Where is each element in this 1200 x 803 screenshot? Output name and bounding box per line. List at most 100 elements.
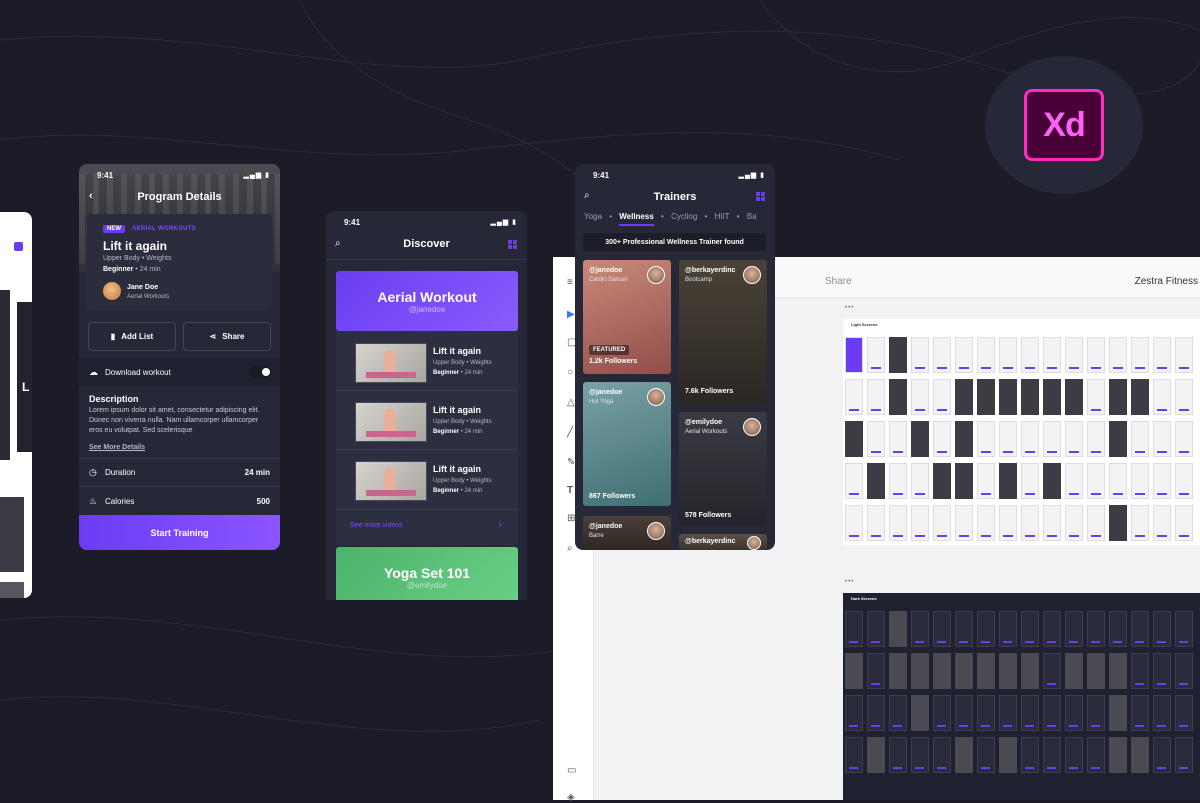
trainer-handle: @janedoe xyxy=(589,267,623,274)
level-text: Beginner xyxy=(433,370,460,376)
grid-icon[interactable] xyxy=(508,240,517,249)
start-training-button[interactable]: Start Training xyxy=(79,515,280,550)
artboard-title: Light Screens xyxy=(851,322,878,327)
avatar xyxy=(647,522,665,540)
avatar xyxy=(647,266,665,284)
page-title: Discover xyxy=(403,238,450,250)
trainer-card[interactable]: @berkayerdinc Bootcamp 7.6k Followers xyxy=(679,260,767,405)
banner-author: @emilydoe xyxy=(406,580,448,590)
duration-label: Duration xyxy=(105,468,136,477)
photo xyxy=(0,290,10,460)
video-thumbnail xyxy=(355,343,427,383)
add-list-button[interactable]: ▮ Add List xyxy=(88,322,176,351)
light-screens-artboard[interactable]: Light Screens xyxy=(843,319,1200,545)
program-details-screen: 9:41 ▂▄▆ ▮ ‹ Program Details NEW AERIAL … xyxy=(79,164,280,550)
video-list: Lift it again Upper Body • Weights Begin… xyxy=(336,331,518,545)
trainer-followers: 578 Followers xyxy=(685,512,732,519)
trainer-handle: @emilydoe xyxy=(685,419,723,426)
share-tab[interactable]: Share xyxy=(825,276,852,287)
avatar xyxy=(647,388,665,406)
tab-wellness[interactable]: Wellness xyxy=(619,212,654,226)
trainer-card[interactable]: @emilydoe Aerial Workouts 578 Followers xyxy=(679,412,767,525)
avatar xyxy=(747,536,761,550)
featured-badge: FEATURED xyxy=(589,345,630,355)
page-title: Program Details xyxy=(137,191,222,203)
video-tags: Upper Body • Weights xyxy=(433,419,492,425)
calories-label: Calories xyxy=(105,497,135,506)
coach-name[interactable]: Jane Doe xyxy=(127,284,158,291)
level-text: Beginner xyxy=(433,488,460,494)
list-item[interactable]: Lift it again Upper Body • Weights Begin… xyxy=(336,449,518,508)
new-badge: NEW xyxy=(103,225,125,233)
flame-icon: ♨ xyxy=(89,496,98,506)
trainer-card[interactable]: @janedoe Hot Yoga 867 Followers xyxy=(583,382,671,506)
video-tags: Upper Body • Weights xyxy=(433,478,492,484)
download-icon: ☁ xyxy=(89,367,98,377)
trainer-card[interactable]: @janedoe Barre xyxy=(583,516,671,550)
see-more-videos-link[interactable]: See more videos xyxy=(350,522,403,529)
video-duration: • 24 min xyxy=(460,488,483,494)
tab-cycling[interactable]: Cycling xyxy=(671,212,697,221)
coach-role: Aerial Workouts xyxy=(127,294,170,300)
assets-icon[interactable]: ▭ xyxy=(567,765,578,776)
description-text: Lorem ipsum dolor sit amet, consectetur … xyxy=(89,407,260,434)
video-level: Beginner • 24 min xyxy=(433,429,482,435)
download-toggle[interactable] xyxy=(248,366,272,378)
photo xyxy=(0,497,24,572)
video-title: Lift it again xyxy=(433,346,481,356)
tab-ba[interactable]: Ba xyxy=(747,212,757,221)
avatar xyxy=(743,266,761,284)
card-title-fragment: L xyxy=(22,380,30,394)
yoga-banner[interactable]: Yoga Set 101 @emilydoe xyxy=(336,547,518,600)
avatar[interactable] xyxy=(103,282,121,300)
grid-icon[interactable] xyxy=(756,192,765,201)
level-text: Beginner xyxy=(103,266,134,273)
workout-tags: Upper Body • Weights xyxy=(103,255,172,262)
project-name: Zestra Fitness xyxy=(1134,276,1198,287)
layers-icon[interactable]: ◈ xyxy=(567,792,578,803)
artboard-label: ••• xyxy=(845,305,855,311)
video-level: Beginner • 24 min xyxy=(433,488,482,494)
trainer-card[interactable]: @janedoe Cardio Dancer FEATURED 1.2k Fol… xyxy=(583,260,671,374)
partial-light-screen: L xyxy=(0,212,32,598)
share-icon: ⋖ xyxy=(209,332,217,341)
trainer-role: Cardio Dancer xyxy=(589,277,628,283)
video-tags: Upper Body • Weights xyxy=(433,360,492,366)
tab-hiit[interactable]: HIIT xyxy=(715,212,730,221)
trainer-role: Aerial Workouts xyxy=(685,429,728,435)
tab-yoga[interactable]: Yoga xyxy=(584,212,602,221)
trainer-role: Hot Yoga xyxy=(589,399,614,405)
adobe-xd-logo: Xd xyxy=(1024,89,1104,161)
workout-title: Lift it again xyxy=(103,239,167,253)
photo xyxy=(0,582,24,598)
video-title: Lift it again xyxy=(433,464,481,474)
discover-screen: 9:41 ▂▄▆ ▮ ⌕ Discover Aerial Workout @ja… xyxy=(326,211,527,600)
video-thumbnail xyxy=(355,461,427,501)
status-time: 9:41 xyxy=(344,218,361,227)
bookmark-icon: ▮ xyxy=(110,332,116,341)
dark-screens-artboard[interactable]: Dark Screens xyxy=(843,593,1200,800)
status-time: 9:41 xyxy=(593,171,610,180)
level-text: Beginner xyxy=(433,429,460,435)
category-tag: AERIAL WORKOUTS xyxy=(132,226,197,232)
trainer-handle: @janedoe xyxy=(589,389,623,396)
status-time: 9:41 xyxy=(97,171,114,180)
category-tabs: Yoga • Wellness • Cycling • HIIT • Ba xyxy=(584,212,757,226)
trainer-role: Barre xyxy=(589,533,604,539)
trainer-followers: 867 Followers xyxy=(589,493,636,500)
status-icons: ▂▄▆ ▮ xyxy=(738,172,765,179)
see-more-link[interactable]: See More Details xyxy=(89,444,145,451)
trainer-card[interactable]: @berkayerdinc xyxy=(679,534,767,550)
banner-author: @janedoe xyxy=(408,304,446,314)
artboard-label: ••• xyxy=(845,579,855,585)
trainer-handle: @janedoe xyxy=(589,523,623,530)
trainers-screen: 9:41 ▂▄▆ ▮ ⌕ Trainers Yoga • Wellness • … xyxy=(575,164,775,550)
trainer-handle: @berkayerdinc xyxy=(685,267,736,274)
list-item[interactable]: Lift it again Upper Body • Weights Begin… xyxy=(336,331,518,390)
chevron-right-icon[interactable]: › xyxy=(499,519,502,530)
share-button[interactable]: ⋖ Share xyxy=(183,322,271,351)
aerial-workout-banner[interactable]: Aerial Workout @janedoe xyxy=(336,271,518,331)
list-item[interactable]: Lift it again Upper Body • Weights Begin… xyxy=(336,390,518,449)
trainer-followers: 7.6k Followers xyxy=(685,388,734,395)
status-icons: ▂▄▆ ▮ xyxy=(490,219,517,226)
